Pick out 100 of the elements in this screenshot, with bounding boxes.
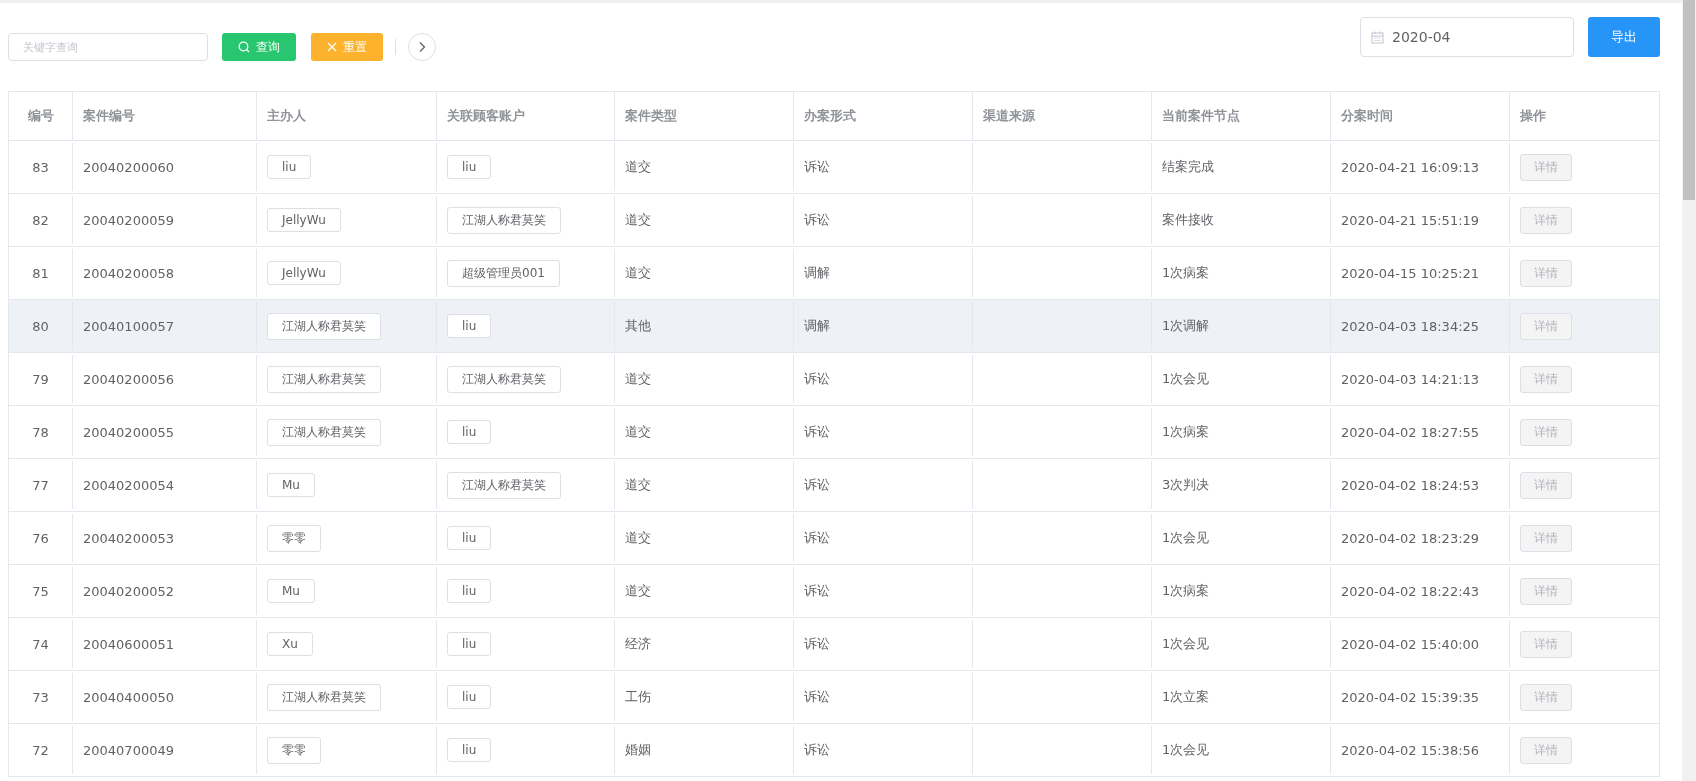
table-cell: 诉讼	[804, 211, 830, 229]
table-cell: 1次会见	[1162, 529, 1210, 547]
table-cell: 工伤	[625, 688, 651, 706]
table-cell: 道交	[625, 582, 651, 600]
table-cell: 2020-04-02 15:38:56	[1341, 742, 1480, 758]
column-header: 主办人	[257, 92, 437, 140]
table-cell: 诉讼	[804, 423, 830, 441]
table-cell: 道交	[625, 370, 651, 388]
account-tag: 江湖人称君莫笑	[447, 365, 561, 393]
table-cell: 20040200060	[83, 159, 174, 175]
table-cell: 2020-04-21 15:51:19	[1341, 212, 1480, 228]
calendar-icon	[1371, 30, 1384, 44]
table-cell: 20040100057	[83, 318, 174, 334]
table-cell: 1次立案	[1162, 688, 1210, 706]
table-cell: 20040200054	[83, 477, 174, 493]
handler-tag: Mu	[267, 473, 315, 497]
table-cell: 婚姻	[625, 741, 651, 759]
table-cell: 诉讼	[804, 476, 830, 494]
table-cell: 道交	[625, 423, 651, 441]
table-cell: 2020-04-15 10:25:21	[1341, 265, 1480, 281]
table-cell: 82	[32, 212, 49, 228]
table-cell: 诉讼	[804, 688, 830, 706]
close-icon	[327, 42, 337, 52]
table-cell: 案件接收	[1162, 211, 1214, 229]
column-header: 办案形式	[794, 92, 973, 140]
month-picker-field[interactable]: 2020-04	[1360, 17, 1574, 57]
column-header: 案件编号	[73, 92, 257, 140]
table-cell: 2020-04-21 16:09:13	[1341, 159, 1480, 175]
table-cell: 2020-04-02 18:27:55	[1341, 424, 1480, 440]
table-cell: 调解	[804, 317, 830, 335]
table-cell: 72	[32, 742, 49, 758]
table-cell: 2020-04-02 15:40:00	[1341, 636, 1480, 652]
table-cell: 20040200058	[83, 265, 174, 281]
account-tag: liu	[447, 526, 492, 550]
table-cell: 83	[32, 159, 49, 175]
handler-tag: 江湖人称君莫笑	[267, 683, 381, 711]
table-cell: 20040200056	[83, 371, 174, 387]
chevron-right-icon	[418, 41, 426, 53]
table-cell: 20040200052	[83, 583, 174, 599]
table-cell: 1次会见	[1162, 370, 1210, 388]
table-cell: 20040200055	[83, 424, 174, 440]
table-cell: 道交	[625, 264, 651, 282]
column-header: 当前案件节点	[1152, 92, 1331, 140]
reset-button[interactable]: 重置	[311, 33, 383, 61]
table-cell: 道交	[625, 158, 651, 176]
account-tag: liu	[447, 420, 492, 444]
table-cell: 77	[32, 477, 49, 493]
table-cell: 道交	[625, 211, 651, 229]
table-cell: 1次调解	[1162, 317, 1210, 335]
handler-tag: 零零	[267, 736, 321, 764]
table-cell: 2020-04-02 18:24:53	[1341, 477, 1480, 493]
table-cell: 76	[32, 530, 49, 546]
table-cell: 74	[32, 636, 49, 652]
search-icon	[238, 41, 250, 53]
table-cell: 20040700049	[83, 742, 174, 758]
table-cell: 诉讼	[804, 635, 830, 653]
table-cell: 1次会见	[1162, 741, 1210, 759]
account-tag: liu	[447, 314, 492, 338]
table-cell: 1次病案	[1162, 264, 1210, 282]
table-cell: 诉讼	[804, 529, 830, 547]
table-cell: 79	[32, 371, 49, 387]
handler-tag: JellyWu	[267, 261, 341, 285]
expand-button[interactable]	[408, 33, 436, 61]
table-cell: 3次判决	[1162, 476, 1210, 494]
table-cell: 75	[32, 583, 49, 599]
export-button[interactable]: 导出	[1588, 17, 1660, 57]
handler-tag: 零零	[267, 524, 321, 552]
column-header: 案件类型	[615, 92, 794, 140]
table-cell: 20040600051	[83, 636, 174, 652]
table-cell: 2020-04-02 15:39:35	[1341, 689, 1480, 705]
column-header: 渠道来源	[973, 92, 1152, 140]
table-cell: 20040200053	[83, 530, 174, 546]
handler-tag: Mu	[267, 579, 315, 603]
table-cell: 调解	[804, 264, 830, 282]
table-cell: 1次病案	[1162, 582, 1210, 600]
scrollbar-thumb[interactable]	[1683, 0, 1695, 200]
table-cell: 81	[32, 265, 49, 281]
handler-tag: JellyWu	[267, 208, 341, 232]
table-cell: 诉讼	[804, 741, 830, 759]
scrollbar[interactable]	[1682, 0, 1696, 781]
account-tag: liu	[447, 685, 492, 709]
account-tag: liu	[447, 579, 492, 603]
table-cell: 20040200059	[83, 212, 174, 228]
column-header: 分案时间	[1331, 92, 1510, 140]
table-cell: 1次会见	[1162, 635, 1210, 653]
handler-tag: 江湖人称君莫笑	[267, 365, 381, 393]
table-cell: 2020-04-03 14:21:13	[1341, 371, 1480, 387]
account-tag: liu	[447, 155, 492, 179]
query-button[interactable]: 查询	[222, 33, 296, 61]
table-cell: 诉讼	[804, 582, 830, 600]
table-cell: 80	[32, 318, 49, 334]
account-tag: 超级管理员001	[447, 259, 560, 287]
column-header: 关联顾客账户	[437, 92, 615, 140]
table-cell: 2020-04-02 18:22:43	[1341, 583, 1480, 599]
account-tag: liu	[447, 738, 492, 762]
table-cell: 其他	[625, 317, 651, 335]
handler-tag: 江湖人称君莫笑	[267, 418, 381, 446]
account-tag: 江湖人称君莫笑	[447, 206, 561, 234]
handler-tag: 江湖人称君莫笑	[267, 312, 381, 340]
handler-tag: liu	[267, 155, 312, 179]
